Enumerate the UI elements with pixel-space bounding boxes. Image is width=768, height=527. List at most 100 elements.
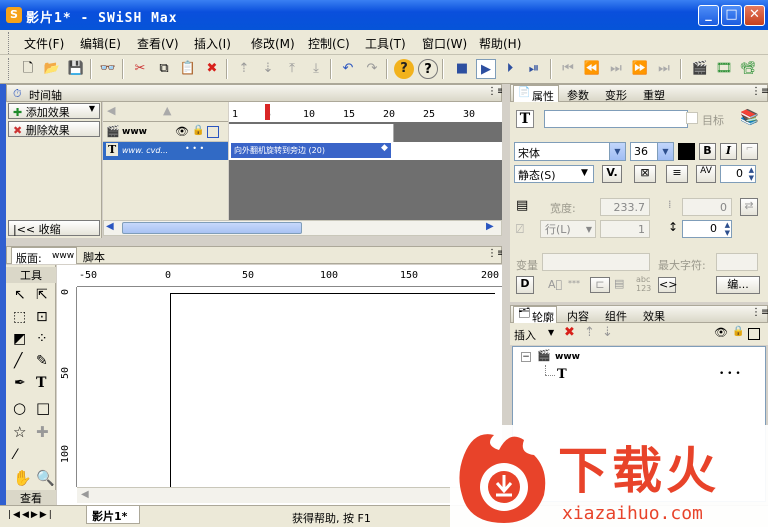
max-chars-input[interactable] bbox=[716, 253, 758, 271]
insert-menu[interactable]: 插入 bbox=[514, 327, 536, 343]
move-down-icon[interactable]: ⇣ bbox=[602, 325, 613, 340]
menu-modify[interactable]: 修改(M) bbox=[251, 35, 295, 52]
pencil-tool-icon[interactable]: ✎ bbox=[36, 353, 48, 369]
scroll-left-icon[interactable]: ◀ bbox=[107, 104, 115, 117]
autoshape-tool-icon[interactable]: ✚ bbox=[36, 423, 49, 441]
remove-effect-button[interactable]: ✖ 删除效果 bbox=[8, 121, 100, 137]
zoom-tool-icon[interactable]: 🔍 bbox=[36, 469, 55, 487]
tab-content[interactable]: 内容 bbox=[567, 308, 589, 324]
select-tool-icon[interactable]: ↖ bbox=[14, 287, 26, 303]
play-scene-icon[interactable]: ⏯ bbox=[524, 59, 544, 79]
kerning-icon[interactable]: AV bbox=[696, 165, 716, 183]
stop-icon[interactable]: ■ bbox=[452, 59, 472, 79]
maximize-button[interactable]: □ bbox=[721, 5, 742, 26]
save-icon[interactable]: 💾 bbox=[66, 59, 86, 79]
timeline-scrollbar[interactable]: ◀ ▶ bbox=[103, 220, 502, 236]
timeline-tab[interactable]: 时间轴 bbox=[29, 87, 62, 103]
menu-help[interactable]: 帮助(H) bbox=[479, 35, 521, 52]
chevron-down-icon[interactable]: ▼ bbox=[548, 328, 554, 337]
paste-icon[interactable]: 📋 bbox=[178, 59, 198, 79]
menu-edit[interactable]: 编辑(E) bbox=[80, 35, 121, 52]
tab-properties[interactable]: 📄 属性 bbox=[513, 85, 559, 103]
width-input[interactable]: 233.7 bbox=[600, 198, 650, 216]
splitter[interactable] bbox=[6, 238, 502, 246]
tab-effects[interactable]: 效果 bbox=[643, 308, 665, 324]
context-help-icon[interactable]: ? bbox=[418, 59, 438, 79]
play-timeline-icon[interactable]: ⏵ bbox=[500, 59, 520, 79]
find-icon[interactable]: 👓 bbox=[98, 59, 118, 79]
text-frames-track[interactable]: 向外翻机旋转到旁边 (20) ◆ bbox=[229, 142, 502, 160]
eye-icon[interactable]: 👁 bbox=[714, 326, 728, 339]
swap-icon[interactable]: ⇄ bbox=[740, 198, 758, 216]
lock-icon[interactable]: 🔒 bbox=[192, 125, 204, 136]
panel-menu-icon[interactable]: ⋮≡ bbox=[751, 307, 768, 318]
italic-button[interactable]: I bbox=[720, 143, 737, 160]
justify-icon[interactable]: ⊠ bbox=[634, 165, 656, 183]
delete-icon[interactable]: ✖ bbox=[202, 59, 222, 79]
tab-layout[interactable]: 版面: www bbox=[11, 247, 77, 265]
help-icon[interactable]: ? bbox=[394, 59, 414, 79]
edit-button[interactable]: 编... bbox=[716, 276, 760, 294]
prev-frame-icon[interactable]: ⏪ bbox=[582, 59, 602, 79]
next-frame-icon[interactable]: ⏩ bbox=[630, 59, 650, 79]
rectangle-tool-icon[interactable]: □ bbox=[36, 399, 50, 417]
close-button[interactable]: ✕ bbox=[744, 5, 765, 26]
collapse-toggle-icon[interactable]: − bbox=[521, 352, 531, 362]
font-size-select[interactable]: 36 ▼ bbox=[630, 142, 674, 161]
tab-parameters[interactable]: 参数 bbox=[567, 87, 589, 103]
target-checkbox[interactable] bbox=[686, 112, 698, 124]
tab-outline[interactable]: 🗂 轮廓 bbox=[513, 306, 557, 324]
multiline-icon[interactable]: ▤ bbox=[614, 277, 624, 290]
move-top-icon[interactable]: ⤒ bbox=[282, 59, 302, 79]
vertical-text-icon[interactable]: V. bbox=[602, 165, 622, 183]
color-swatch[interactable] bbox=[678, 143, 695, 160]
collapse-button[interactable]: |<< 收缩 bbox=[8, 220, 100, 236]
tab-reshape[interactable]: 重塑 bbox=[643, 87, 665, 103]
tab-components[interactable]: 组件 bbox=[605, 308, 627, 324]
minimize-button[interactable]: _ bbox=[698, 5, 719, 26]
menu-view[interactable]: 查看(V) bbox=[137, 35, 179, 52]
scroll-left-arrow-icon[interactable]: ◀ bbox=[81, 489, 89, 500]
open-folder-icon[interactable]: 📂 bbox=[42, 59, 62, 79]
code-icon[interactable]: <> bbox=[658, 277, 677, 293]
effect-bar[interactable]: 向外翻机旋转到旁边 (20) bbox=[231, 143, 391, 158]
align-icon[interactable]: ≡ bbox=[666, 165, 688, 183]
text-object-row[interactable]: T www. cvd... • • • bbox=[103, 142, 228, 160]
tab-script[interactable]: 脚本 bbox=[83, 249, 105, 265]
stage-canvas-area[interactable]: -50 0 50 100 150 200 0 50 100 ◀ bbox=[57, 265, 502, 505]
insert-movie-icon[interactable]: 📽 bbox=[738, 59, 758, 79]
delete-icon[interactable]: ✖ bbox=[564, 325, 575, 340]
selectable-icon[interactable]: D bbox=[516, 276, 534, 294]
scroll-up-icon[interactable]: ▲ bbox=[163, 104, 171, 117]
tab-transform[interactable]: 变形 bbox=[605, 87, 627, 103]
stage-scrollbar[interactable]: ◀ bbox=[77, 487, 502, 503]
rows-input[interactable]: 1 bbox=[600, 220, 650, 238]
html-icon[interactable]: A⃞ bbox=[548, 278, 562, 291]
pen-tool-icon[interactable]: ✒ bbox=[14, 375, 26, 391]
eyedropper-tool-icon[interactable]: ⁄ bbox=[14, 447, 16, 463]
spinner-icon[interactable]: ▲ ▼ bbox=[749, 166, 754, 182]
scroll-left-arrow-icon[interactable]: ◀ bbox=[106, 221, 114, 232]
undo-icon[interactable]: ↶ bbox=[338, 59, 358, 79]
line-spacing-input[interactable]: 0 ▲ ▼ bbox=[682, 220, 732, 238]
move-bottom-icon[interactable]: ⤓ bbox=[306, 59, 326, 79]
doc-nav-icon[interactable]: |◀◀▶▶| bbox=[8, 510, 54, 520]
lock-icon[interactable]: 🔒 bbox=[732, 326, 744, 337]
subselect-tool-icon[interactable]: ⇱ bbox=[36, 287, 48, 303]
hand-tool-icon[interactable]: ✋ bbox=[13, 469, 32, 487]
first-frame-icon[interactable]: ⏮ bbox=[558, 59, 578, 79]
outline-box-icon[interactable] bbox=[748, 328, 760, 340]
copy-icon[interactable]: ⧉ bbox=[154, 59, 174, 79]
transform-tool-icon[interactable]: ⬚ bbox=[13, 309, 26, 325]
tree-item-text[interactable]: T bbox=[557, 367, 567, 382]
font-select[interactable]: 宋体 ▼ bbox=[514, 142, 626, 161]
password-icon[interactable]: *** bbox=[568, 279, 580, 288]
distort-tool-icon[interactable]: ⊡ bbox=[36, 309, 48, 325]
redo-icon[interactable]: ↷ bbox=[362, 59, 382, 79]
text-mode-select[interactable]: 静态(S) ▼ bbox=[514, 165, 594, 183]
text-tool-icon[interactable]: T bbox=[36, 375, 46, 391]
playhead[interactable] bbox=[265, 104, 270, 120]
frames-area[interactable]: 1 5 10 15 20 25 30 向外翻机旋转到旁边 (20) ◆ bbox=[229, 102, 502, 220]
document-tab[interactable]: 影片1* bbox=[86, 506, 140, 524]
scrollbar-thumb[interactable] bbox=[122, 222, 302, 234]
